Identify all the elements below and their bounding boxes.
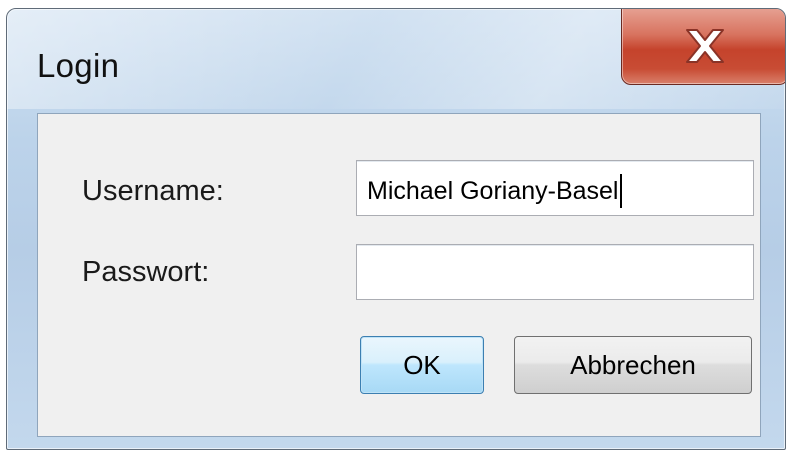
text-caret [619,174,622,208]
login-dialog: Login Username: Michael Goriany-Basel Pa… [6,8,786,450]
close-button[interactable] [621,9,785,85]
dialog-content: Username: Michael Goriany-Basel Passwort… [37,113,761,437]
close-icon [681,26,729,66]
cancel-button[interactable]: Abbrechen [514,336,752,394]
window-title: Login [37,47,120,84]
username-field[interactable]: Michael Goriany-Basel [356,160,754,216]
password-label: Passwort: [82,256,210,288]
ok-button[interactable]: OK [360,336,484,394]
username-label: Username: [82,175,224,207]
password-field[interactable] [356,244,754,300]
username-value: Michael Goriany-Basel [367,176,619,205]
